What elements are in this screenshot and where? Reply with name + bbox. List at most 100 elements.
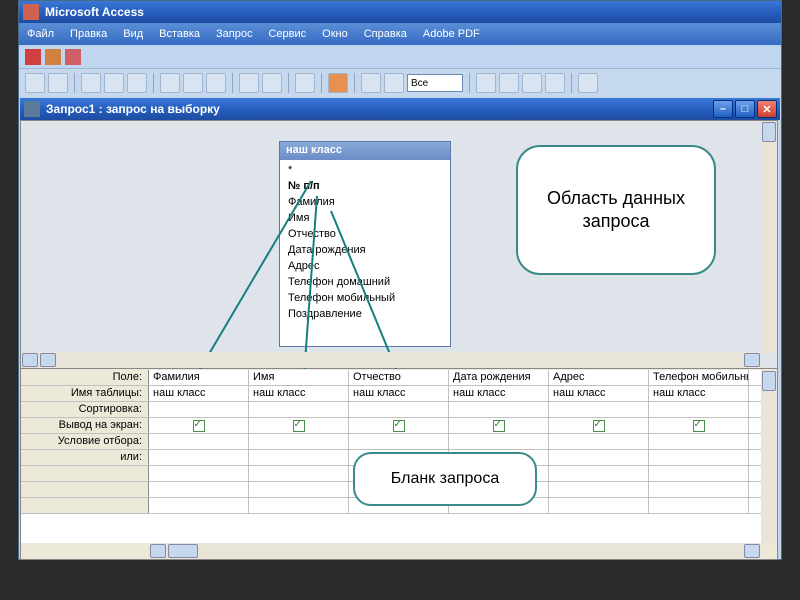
toolbar-cut-button[interactable]	[160, 73, 180, 93]
grid-cell[interactable]	[349, 402, 449, 417]
grid-cell[interactable]	[649, 498, 749, 513]
field-item[interactable]: Адрес	[280, 258, 450, 274]
grid-cell-checkbox[interactable]	[649, 418, 749, 433]
grid-cell[interactable]: наш класс	[549, 386, 649, 401]
checkbox-icon[interactable]	[593, 420, 605, 432]
grid-cell[interactable]: наш класс	[249, 386, 349, 401]
toolbar-preview-button[interactable]	[104, 73, 124, 93]
menu-window[interactable]: Окно	[322, 28, 348, 40]
field-item[interactable]: *	[280, 162, 450, 178]
grid-cell[interactable]	[249, 498, 349, 513]
grid-cell[interactable]	[549, 498, 649, 513]
grid-cell[interactable]: наш класс	[649, 386, 749, 401]
grid-cell-checkbox[interactable]	[249, 418, 349, 433]
field-item[interactable]: Телефон домашний	[280, 274, 450, 290]
scroll-thumb[interactable]	[168, 544, 198, 558]
grid-cell[interactable]	[649, 434, 749, 449]
toolbar-totals-button[interactable]	[384, 73, 404, 93]
toolbar-querytype-button[interactable]	[295, 73, 315, 93]
grid-cell[interactable]: наш класс	[349, 386, 449, 401]
pdf-icon-3[interactable]	[65, 49, 81, 65]
grid-cell[interactable]: Имя	[249, 370, 349, 385]
field-item[interactable]: № п/п	[280, 178, 450, 194]
grid-cell[interactable]	[349, 434, 449, 449]
checkbox-icon[interactable]	[293, 420, 305, 432]
toolbar-build-button[interactable]	[499, 73, 519, 93]
close-button[interactable]: ✕	[757, 100, 777, 118]
field-list-table[interactable]: наш класс * № п/п Фамилия Имя Отчество Д…	[279, 141, 451, 347]
checkbox-icon[interactable]	[693, 420, 705, 432]
scrollbar-horizontal[interactable]	[149, 543, 761, 559]
toolbar-save-button[interactable]	[48, 73, 68, 93]
toolbar-newobject-button[interactable]	[545, 73, 565, 93]
minimize-button[interactable]: –	[713, 100, 733, 118]
checkbox-icon[interactable]	[393, 420, 405, 432]
scroll-left-icon[interactable]	[150, 544, 166, 558]
toolbar-run-button[interactable]	[328, 73, 348, 93]
menu-insert[interactable]: Вставка	[159, 28, 200, 40]
app-title-bar[interactable]: Microsoft Access	[19, 1, 781, 23]
tables-pane[interactable]: наш класс * № п/п Фамилия Имя Отчество Д…	[21, 121, 777, 369]
grid-cell[interactable]	[549, 434, 649, 449]
grid-cell[interactable]	[649, 482, 749, 497]
menu-query[interactable]: Запрос	[216, 28, 252, 40]
grid-cell[interactable]	[449, 434, 549, 449]
grid-cell[interactable]: Телефон мобильны	[649, 370, 749, 385]
grid-cell[interactable]: Фамилия	[149, 370, 249, 385]
scrollbar-vertical[interactable]	[761, 121, 777, 353]
toolbar-help-button[interactable]	[578, 73, 598, 93]
scroll-thumb[interactable]	[40, 353, 56, 367]
toolbar-redo-button[interactable]	[262, 73, 282, 93]
grid-cell-checkbox[interactable]	[449, 418, 549, 433]
pdf-icon-2[interactable]	[45, 49, 61, 65]
menu-edit[interactable]: Правка	[70, 28, 107, 40]
checkbox-icon[interactable]	[493, 420, 505, 432]
scroll-right-icon[interactable]	[744, 544, 760, 558]
grid-cell[interactable]	[149, 450, 249, 465]
field-item[interactable]: Дата рождения	[280, 242, 450, 258]
menu-adobe-pdf[interactable]: Adobe PDF	[423, 28, 480, 40]
query-title-bar[interactable]: Запрос1 : запрос на выборку – □ ✕	[20, 98, 780, 120]
grid-cell[interactable]	[249, 434, 349, 449]
scroll-thumb[interactable]	[762, 122, 776, 142]
toolbar-topvalues-combo[interactable]: Все	[407, 74, 463, 92]
grid-cell-checkbox[interactable]	[349, 418, 449, 433]
field-item[interactable]: Телефон мобильный	[280, 290, 450, 306]
menu-tools[interactable]: Сервис	[268, 28, 306, 40]
maximize-button[interactable]: □	[735, 100, 755, 118]
field-item[interactable]: Отчество	[280, 226, 450, 242]
field-item[interactable]: Фамилия	[280, 194, 450, 210]
grid-cell[interactable]	[149, 434, 249, 449]
grid-cell[interactable]: Отчество	[349, 370, 449, 385]
toolbar-paste-button[interactable]	[206, 73, 226, 93]
grid-cell[interactable]: наш класс	[449, 386, 549, 401]
pdf-icon-1[interactable]	[25, 49, 41, 65]
field-item[interactable]: Имя	[280, 210, 450, 226]
grid-cell[interactable]: наш класс	[149, 386, 249, 401]
toolbar-spell-button[interactable]	[127, 73, 147, 93]
scrollbar-horizontal[interactable]	[21, 352, 761, 368]
grid-cell[interactable]	[149, 482, 249, 497]
scroll-left-icon[interactable]	[22, 353, 38, 367]
toolbar-undo-button[interactable]	[239, 73, 259, 93]
toolbar-properties-button[interactable]	[476, 73, 496, 93]
grid-cell[interactable]	[149, 498, 249, 513]
grid-cell[interactable]	[249, 466, 349, 481]
checkbox-icon[interactable]	[193, 420, 205, 432]
field-item[interactable]: Поздравление	[280, 306, 450, 322]
grid-cell[interactable]	[249, 402, 349, 417]
grid-cell[interactable]	[549, 482, 649, 497]
toolbar-copy-button[interactable]	[183, 73, 203, 93]
scroll-right-icon[interactable]	[744, 353, 760, 367]
grid-cell[interactable]: Дата рождения	[449, 370, 549, 385]
scrollbar-vertical[interactable]	[761, 370, 777, 543]
grid-cell-checkbox[interactable]	[149, 418, 249, 433]
grid-cell[interactable]	[649, 402, 749, 417]
scroll-thumb[interactable]	[762, 371, 776, 391]
grid-cell[interactable]	[449, 402, 549, 417]
field-list-title[interactable]: наш класс	[280, 142, 450, 160]
toolbar-dbwindow-button[interactable]	[522, 73, 542, 93]
grid-cell[interactable]	[549, 402, 649, 417]
scroll-track[interactable]	[57, 352, 743, 368]
toolbar-view-button[interactable]	[25, 73, 45, 93]
